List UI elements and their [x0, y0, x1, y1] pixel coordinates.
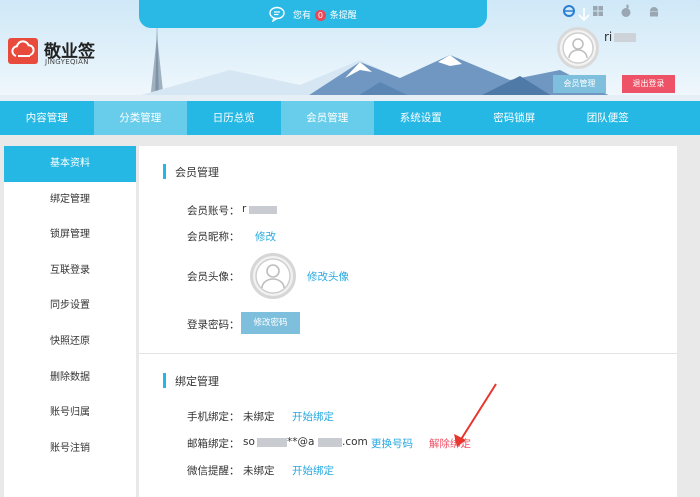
- chat-bubble-icon: [269, 6, 285, 22]
- android-icon[interactable]: [647, 4, 661, 18]
- sidebar: 基本资料 绑定管理 锁屏管理 互联登录 同步设置 快照还原 删除数据 账号归属 …: [4, 146, 136, 497]
- username: ri: [604, 30, 637, 44]
- windows-icon[interactable]: [591, 4, 605, 18]
- nav-member-management[interactable]: 会员管理: [280, 101, 374, 135]
- phone-binding-status: 未绑定: [243, 411, 275, 423]
- sidebar-item-connected-login[interactable]: 互联登录: [4, 253, 136, 289]
- member-avatar[interactable]: [250, 253, 296, 299]
- email-suffix: .com: [342, 436, 368, 448]
- sidebar-item-basic-info[interactable]: 基本资料: [4, 146, 136, 182]
- edit-avatar-link[interactable]: 修改头像: [307, 269, 349, 284]
- top-navigation: 内容管理 分类管理 日历总览 会员管理 系统设置 密码锁屏 团队便签: [0, 101, 700, 135]
- email-redaction-2: [318, 438, 342, 447]
- password-label: 登录密码：: [187, 319, 240, 331]
- edit-nickname-link[interactable]: 修改: [255, 229, 276, 244]
- sidebar-item-account-ownership[interactable]: 账号归属: [4, 395, 136, 431]
- sidebar-item-account-cancel[interactable]: 账号注销: [4, 431, 136, 467]
- notification-bar[interactable]: 您有 0 条提醒: [139, 0, 590, 28]
- main-panel: 会员管理 会员账号： r 会员昵称： 修改 会员头像： 修改头像 登录密码： 修…: [139, 146, 677, 497]
- logout-button[interactable]: 退出登录: [622, 75, 675, 93]
- email-middle: **@a: [287, 436, 315, 448]
- member-management-button[interactable]: 会员管理: [553, 75, 606, 93]
- nav-password-lock[interactable]: 密码锁屏: [468, 101, 562, 135]
- binding-section-title: 绑定管理: [163, 373, 219, 389]
- avatar-label: 会员头像：: [187, 271, 240, 283]
- notification-text[interactable]: 您有 0 条提醒: [293, 8, 357, 21]
- email-binding-label: 邮箱绑定：: [187, 438, 240, 450]
- notification-count-badge: 0: [314, 10, 326, 21]
- email-prefix: so: [243, 436, 255, 448]
- section-divider: [139, 353, 677, 354]
- header: 您有 0 条提醒 敬业签 JINGYEQIAN ri 会员管理 退出登录: [0, 0, 700, 101]
- sidebar-item-sync-settings[interactable]: 同步设置: [4, 288, 136, 324]
- nav-content-management[interactable]: 内容管理: [0, 101, 94, 135]
- avatar[interactable]: [557, 27, 599, 69]
- nav-category-management[interactable]: 分类管理: [93, 101, 187, 135]
- nav-system-settings[interactable]: 系统设置: [374, 101, 468, 135]
- sidebar-item-lock-screen[interactable]: 锁屏管理: [4, 217, 136, 253]
- wechat-start-binding-link[interactable]: 开始绑定: [292, 463, 334, 478]
- arrow-down-icon[interactable]: [577, 6, 591, 22]
- phone-binding-label: 手机绑定：: [187, 411, 240, 423]
- account-redaction: [249, 206, 277, 214]
- phone-start-binding-link[interactable]: 开始绑定: [292, 409, 334, 424]
- account-label: 会员账号：: [187, 205, 240, 217]
- account-value: r: [242, 203, 247, 215]
- nickname-label: 会员昵称：: [187, 231, 240, 243]
- change-email-link[interactable]: 更换号码: [371, 436, 413, 451]
- brand-subtitle: JINGYEQIAN: [45, 58, 89, 66]
- unbind-email-link[interactable]: 解除绑定: [429, 436, 471, 451]
- apple-icon[interactable]: [619, 4, 633, 18]
- nav-team-notes[interactable]: 团队便签: [561, 101, 655, 135]
- logo-icon: [8, 38, 38, 64]
- wechat-reminder-status: 未绑定: [243, 465, 275, 477]
- member-section-title: 会员管理: [163, 164, 219, 180]
- email-redaction-1: [257, 438, 287, 447]
- sidebar-item-snapshot-restore[interactable]: 快照还原: [4, 324, 136, 360]
- wechat-reminder-label: 微信提醒：: [187, 465, 240, 477]
- ie-icon[interactable]: [562, 4, 576, 18]
- change-password-button[interactable]: 修改密码: [241, 312, 300, 334]
- sidebar-item-binding[interactable]: 绑定管理: [4, 182, 136, 218]
- sidebar-item-delete-data[interactable]: 删除数据: [4, 360, 136, 396]
- nav-calendar-overview[interactable]: 日历总览: [187, 101, 281, 135]
